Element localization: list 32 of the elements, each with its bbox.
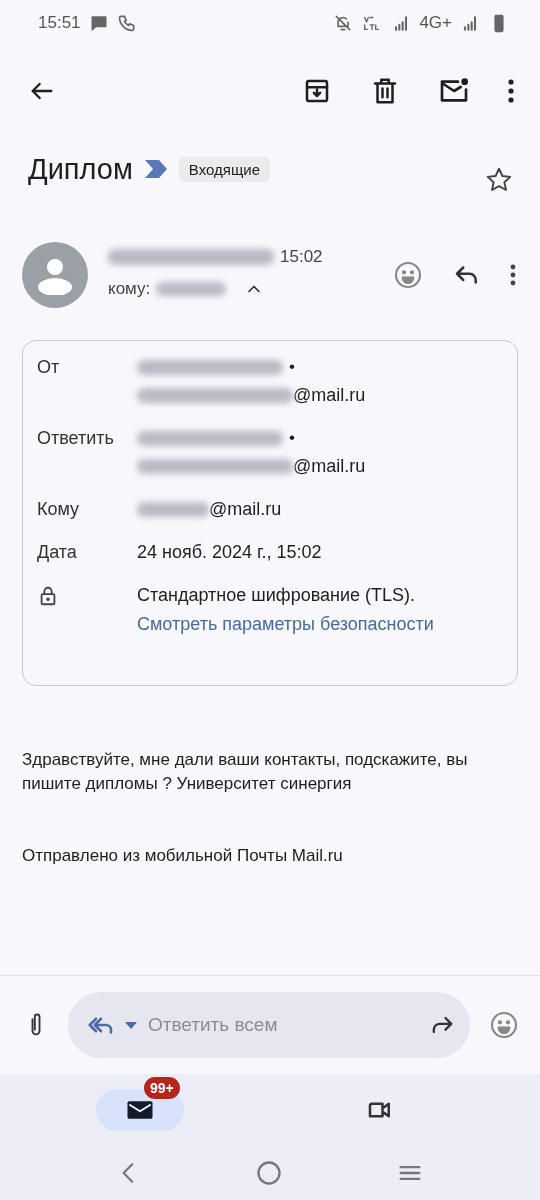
more-vertical-icon bbox=[508, 79, 514, 103]
detail-label: Ответить bbox=[37, 428, 115, 450]
reply-input[interactable]: Ответить всем bbox=[146, 1013, 420, 1037]
email-domain: @mail.ru bbox=[293, 385, 366, 406]
to-label: кому: bbox=[108, 279, 151, 299]
message-paragraph: Отправлено из мобильной Почты Mail.ru bbox=[22, 845, 344, 867]
folder-label: Входящие bbox=[178, 156, 270, 182]
detail-label: Кому bbox=[37, 499, 81, 520]
importance-marker-icon bbox=[142, 159, 169, 179]
email-subject: Диплом bbox=[28, 152, 133, 186]
network-type: 4G+ bbox=[419, 13, 452, 33]
blurred-address bbox=[137, 502, 209, 517]
email-domain: @mail.ru bbox=[293, 456, 366, 477]
detail-label: От bbox=[37, 357, 61, 379]
status-time: 15:51 bbox=[38, 13, 81, 33]
phone-icon bbox=[116, 13, 137, 33]
separator-dot: • bbox=[289, 428, 295, 448]
smiley-icon bbox=[488, 1009, 520, 1041]
message-paragraph: Здравствуйте, мне дали ваши контакты, подскажите, вы пишите дипломы ? Университет синергия bbox=[22, 749, 469, 795]
encryption-text: Стандартное шифрование (TLS). bbox=[137, 585, 417, 606]
security-link[interactable]: Смотреть параметры безопасности bbox=[137, 614, 503, 635]
smiley-icon bbox=[392, 259, 424, 291]
email-time: 15:02 bbox=[280, 247, 323, 267]
unread-badge: 99+ bbox=[144, 1077, 180, 1099]
email-domain: @mail.ru bbox=[209, 499, 282, 520]
dropdown-caret-icon bbox=[124, 1020, 138, 1030]
separator-dot: • bbox=[289, 357, 295, 377]
blurred-recipient bbox=[156, 282, 227, 296]
circle-icon bbox=[255, 1159, 283, 1187]
more-vertical-icon bbox=[510, 264, 516, 286]
date-value: 24 нояб. 2024 г., 15:02 bbox=[137, 542, 323, 563]
detail-label: Дата bbox=[37, 542, 78, 563]
